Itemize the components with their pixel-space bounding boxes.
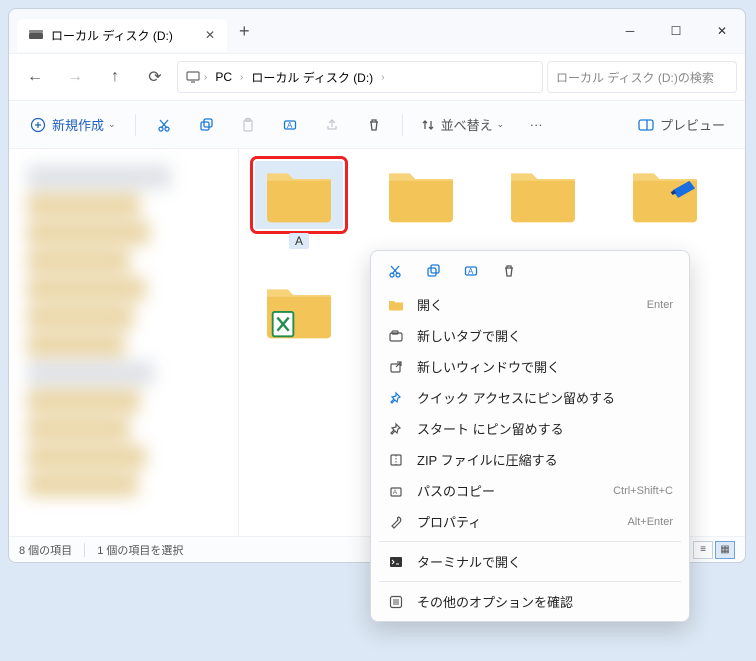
close-tab-icon[interactable]: ✕: [205, 28, 215, 42]
delete-button[interactable]: [356, 109, 392, 141]
svg-text:A: A: [393, 490, 397, 496]
tab-icon: [387, 330, 405, 342]
new-window-icon: [387, 360, 405, 374]
ctx-open[interactable]: 開く Enter: [371, 289, 689, 320]
monitor-icon: [186, 71, 200, 83]
folder-icon: [387, 299, 405, 311]
ctx-properties[interactable]: プロパティ Alt+Enter: [371, 506, 689, 537]
preview-button[interactable]: プレビュー: [630, 109, 733, 141]
folder-item[interactable]: [255, 277, 343, 349]
folder-item[interactable]: A: [255, 161, 343, 249]
rename-button[interactable]: A: [272, 109, 308, 141]
ctx-new-window[interactable]: 新しいウィンドウで開く: [371, 351, 689, 382]
search-placeholder: ローカル ディスク (D:)の検索: [556, 69, 714, 86]
item-count: 8 個の項目: [19, 542, 72, 558]
chevron-down-icon: ⌄: [497, 119, 505, 130]
chevron-right-icon: ›: [240, 72, 243, 83]
view-list-toggle[interactable]: ≡: [693, 541, 713, 559]
paste-button[interactable]: [230, 109, 266, 141]
wrench-icon: [387, 515, 405, 529]
cut-icon[interactable]: [387, 263, 407, 279]
folder-icon: [621, 161, 709, 229]
view-icons-toggle[interactable]: ▦: [715, 541, 735, 559]
share-button[interactable]: [314, 109, 350, 141]
folder-item[interactable]: [499, 161, 587, 249]
zip-icon: [387, 453, 405, 467]
search-input[interactable]: ローカル ディスク (D:)の検索: [547, 61, 737, 93]
back-button[interactable]: ←: [17, 59, 53, 95]
folder-icon: [255, 161, 343, 229]
chevron-down-icon: ⌄: [108, 119, 116, 130]
toolbar: 新規作成 ⌄ A 並べ替え ⌄ ···: [9, 101, 745, 149]
folder-item[interactable]: [377, 161, 465, 249]
ctx-zip[interactable]: ZIP ファイルに圧縮する: [371, 444, 689, 475]
copy-icon[interactable]: [425, 263, 445, 279]
folder-icon: [377, 161, 465, 229]
copy-button[interactable]: [188, 109, 224, 141]
tab-active[interactable]: ローカル ディスク (D:) ✕: [17, 19, 227, 52]
cut-button[interactable]: [146, 109, 182, 141]
ctx-new-tab[interactable]: 新しいタブで開く: [371, 320, 689, 351]
svg-text:A: A: [287, 121, 293, 130]
more-icon: [387, 595, 405, 609]
close-button[interactable]: ✕: [699, 9, 745, 53]
folder-icon: [499, 161, 587, 229]
sort-icon: [421, 118, 435, 132]
plus-circle-icon: [30, 117, 46, 133]
new-tab-button[interactable]: +: [239, 21, 250, 42]
folder-label: A: [289, 233, 309, 249]
new-button[interactable]: 新規作成 ⌄: [21, 109, 125, 141]
breadcrumb[interactable]: › PC › ローカル ディスク (D:) ›: [177, 61, 543, 93]
refresh-button[interactable]: ⟳: [137, 59, 173, 95]
pin-icon: [387, 391, 405, 405]
tab-title: ローカル ディスク (D:): [51, 27, 173, 44]
context-menu: A 開く Enter 新しいタブで開く 新しいウィンドウで開く クイック アクセ…: [370, 250, 690, 622]
chevron-right-icon: ›: [204, 72, 207, 83]
up-button[interactable]: ↑: [97, 59, 133, 95]
copy-path-icon: A: [387, 484, 405, 498]
breadcrumb-pc[interactable]: PC: [211, 68, 236, 86]
drive-icon: [29, 30, 43, 40]
ctx-pin-quick[interactable]: クイック アクセスにピン留めする: [371, 382, 689, 413]
breadcrumb-drive[interactable]: ローカル ディスク (D:): [247, 67, 377, 88]
folder-icon: [255, 277, 343, 345]
more-button[interactable]: ···: [518, 109, 554, 141]
forward-button[interactable]: →: [57, 59, 93, 95]
ctx-pin-start[interactable]: スタート にピン留めする: [371, 413, 689, 444]
address-bar: ← → ↑ ⟳ › PC › ローカル ディスク (D:) › ローカル ディス…: [9, 53, 745, 101]
window-controls: ─ ☐ ✕: [607, 9, 745, 53]
ctx-more-options[interactable]: その他のオプションを確認: [371, 586, 689, 621]
chevron-right-icon: ›: [381, 72, 384, 83]
rename-icon[interactable]: A: [463, 263, 483, 279]
terminal-icon: [387, 556, 405, 568]
titlebar: ローカル ディスク (D:) ✕ + ─ ☐ ✕: [9, 9, 745, 53]
selection-count: 1 個の項目を選択: [97, 542, 183, 558]
svg-text:A: A: [468, 267, 474, 276]
ctx-copy-path[interactable]: A パスのコピー Ctrl+Shift+C: [371, 475, 689, 506]
sort-button[interactable]: 並べ替え ⌄: [413, 109, 513, 141]
ctx-terminal[interactable]: ターミナルで開く: [371, 546, 689, 577]
pin-icon: [387, 422, 405, 436]
delete-icon[interactable]: [501, 263, 521, 279]
minimize-button[interactable]: ─: [607, 9, 653, 53]
folder-item[interactable]: [621, 161, 709, 249]
nav-sidebar[interactable]: [9, 149, 239, 536]
preview-icon: [638, 119, 654, 131]
maximize-button[interactable]: ☐: [653, 9, 699, 53]
